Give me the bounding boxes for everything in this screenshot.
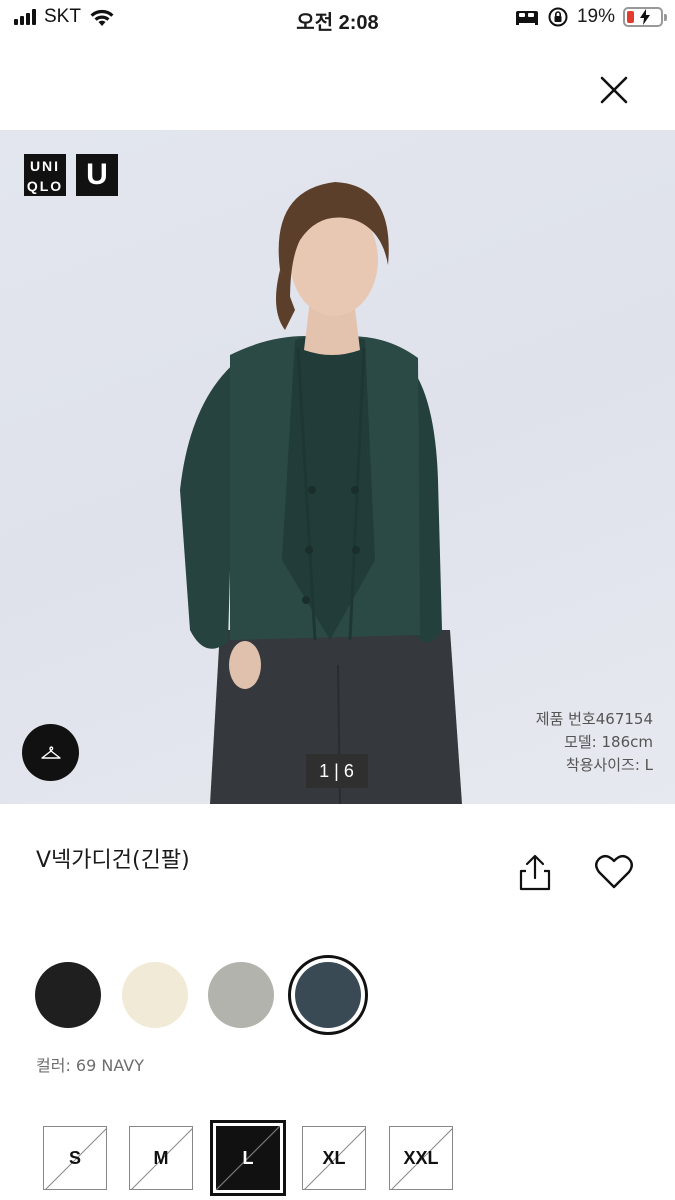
product-image-carousel[interactable]: UNI QLO U 1 | 6 제품 번호467154 모델: 186cm 착용… bbox=[0, 130, 675, 804]
share-icon bbox=[519, 854, 551, 891]
image-counter-divider: | bbox=[334, 760, 340, 781]
image-counter-total: 6 bbox=[343, 760, 355, 781]
model-height: 모델: 186cm bbox=[564, 733, 653, 751]
size-option-m[interactable]: M bbox=[129, 1126, 193, 1190]
size-label: M bbox=[153, 1147, 169, 1168]
image-counter-current: 1 bbox=[319, 760, 331, 781]
color-swatch-black[interactable] bbox=[35, 962, 101, 1028]
size-option-s[interactable]: S bbox=[43, 1126, 107, 1190]
model-photo bbox=[180, 182, 462, 804]
selected-color-label: 컬러: 69 NAVY bbox=[36, 1056, 144, 1075]
image-counter: 1 | 6 bbox=[306, 754, 368, 788]
battery-percent: 19% bbox=[576, 6, 615, 27]
size-option-xxl[interactable]: XXL bbox=[389, 1126, 453, 1190]
color-swatch-navy[interactable] bbox=[295, 962, 361, 1028]
uniqlo-logo: UNI QLO bbox=[24, 154, 66, 196]
close-button[interactable] bbox=[596, 72, 632, 108]
size-label: XXL bbox=[403, 1147, 439, 1168]
status-bar: SKT 오전 2:08 19% bbox=[0, 0, 675, 38]
favorite-button[interactable] bbox=[594, 854, 634, 890]
status-right: 19% bbox=[515, 6, 667, 28]
hanger-icon bbox=[40, 745, 61, 759]
size-option-xl[interactable]: XL bbox=[302, 1126, 366, 1190]
image-info: 제품 번호467154 모델: 186cm 착용사이즈: L bbox=[536, 708, 653, 777]
uniqlo-u-logo: U bbox=[76, 154, 118, 196]
share-button[interactable] bbox=[517, 854, 553, 892]
size-option-l[interactable]: L bbox=[210, 1120, 286, 1196]
brand-logo: UNI QLO U bbox=[24, 154, 118, 196]
close-icon bbox=[600, 76, 628, 104]
heart-icon bbox=[595, 854, 633, 889]
bed-icon bbox=[515, 11, 538, 25]
product-number: 제품 번호467154 bbox=[535, 710, 653, 728]
color-swatch-off-white[interactable] bbox=[122, 962, 188, 1028]
product-title: V넥가디건(긴팔) bbox=[36, 848, 190, 873]
size-label: XL bbox=[322, 1147, 346, 1168]
battery-icon bbox=[623, 7, 667, 27]
try-on-button[interactable] bbox=[22, 724, 79, 781]
color-swatch-gray[interactable] bbox=[208, 962, 274, 1028]
size-label: S bbox=[68, 1147, 81, 1168]
size-label: L bbox=[242, 1147, 254, 1168]
rotation-lock-icon bbox=[548, 7, 568, 27]
worn-size: 착용사이즈: L bbox=[565, 756, 653, 774]
